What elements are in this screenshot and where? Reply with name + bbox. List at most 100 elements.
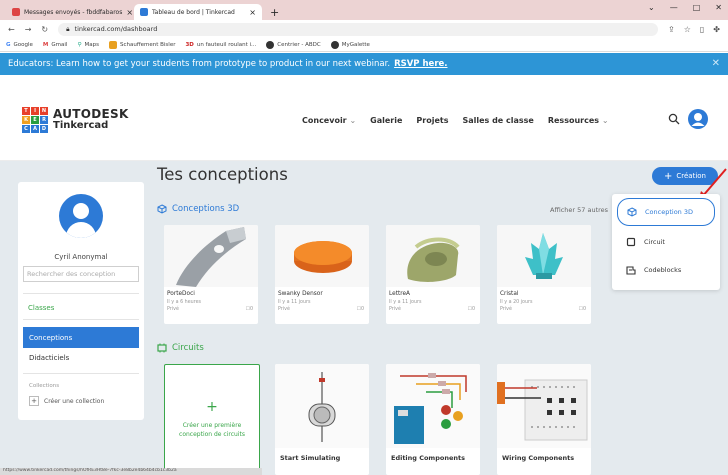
circuit-name: Wiring Components — [502, 454, 575, 462]
sidebar-item-didacticiels[interactable]: Didacticiels — [29, 354, 69, 362]
logo-letter: D — [40, 125, 48, 133]
logo-letter-grid: T I N K E R C A D — [22, 107, 48, 133]
logo-letter: R — [40, 116, 48, 124]
design-thumbnail — [386, 225, 480, 287]
design-date: Il y a 20 jours — [500, 300, 533, 305]
logo-letter: I — [31, 107, 39, 115]
circuit-thumbnail — [386, 364, 480, 448]
bookmark-fauteuil[interactable]: 3D un fauteuil roulant i... — [185, 42, 256, 48]
nav-concevoir[interactable]: Concevoir ⌄ — [302, 116, 356, 125]
nav-salles[interactable]: Salles de classe — [462, 116, 533, 125]
maps-pin-icon: ⚲ — [77, 41, 82, 48]
chevron-down-icon[interactable]: ⌄ — [648, 3, 655, 12]
page-title: Tes conceptions — [157, 165, 288, 184]
design-card[interactable]: PorteDoci Il y a 6 heures Privé ☐0 — [164, 225, 258, 324]
menu-item-label: Conception 3D — [645, 208, 693, 216]
design-card[interactable]: LettreA Il y a 11 jours Privé ☐0 — [386, 225, 480, 324]
logo-letter: E — [31, 116, 39, 124]
tinkercad-logo[interactable]: T I N K E R C A D AUTODESK Tinkercad — [22, 107, 129, 133]
show-more-link[interactable]: Afficher 57 autres › — [550, 205, 622, 215]
design-name: Cristal — [500, 291, 519, 297]
user-avatar-icon[interactable] — [688, 109, 708, 129]
create-circuit-card[interactable]: + Créer une première conception de circu… — [164, 364, 260, 475]
tab-title: Tableau de bord | Tinkercad — [152, 8, 235, 16]
gmail-icon: M — [42, 41, 49, 48]
sidepanel-icon[interactable]: ▯ — [700, 25, 704, 34]
gmail-favicon-icon — [12, 8, 20, 16]
menu-item-codeblocks[interactable]: Codeblocks — [612, 256, 720, 284]
bookmark-centrier[interactable]: Centrier - ABDC — [266, 40, 321, 49]
bookmark-gmail[interactable]: M Gmail — [43, 42, 68, 48]
search-icon[interactable] — [668, 113, 680, 125]
design-thumbnail — [497, 225, 591, 287]
reload-icon[interactable]: ↻ — [41, 25, 48, 34]
nav-galerie[interactable]: Galerie — [370, 116, 402, 125]
minimize-icon[interactable]: — — [670, 3, 678, 12]
rsvp-link[interactable]: RSVP here. — [394, 59, 447, 69]
logo-letter: K — [22, 116, 30, 124]
circuit-icon — [157, 343, 167, 353]
tinkercad-favicon-icon — [140, 8, 148, 16]
divider — [23, 373, 139, 374]
address-bar-row: ← → ↻ 🔒︎ tinkercad.com/dashboard ⇪ ☆ ▯ ✤ — [0, 20, 728, 38]
logo-letter: C — [22, 125, 30, 133]
menu-item-3d-design[interactable]: Conception 3D — [617, 198, 715, 226]
collections-label: Collections — [29, 383, 60, 389]
section-title: Circuits — [172, 343, 204, 353]
back-icon[interactable]: ← — [8, 25, 15, 34]
main-nav: Concevoir ⌄ Galerie Projets Salles de cl… — [302, 116, 609, 125]
browser-tab-tinkercad[interactable]: Tableau de bord | Tinkercad × — [134, 4, 262, 20]
url-text: tinkercad.com/dashboard — [74, 25, 158, 33]
share-icon[interactable]: ⇪ — [668, 25, 675, 34]
design-card[interactable]: Cristal Il y a 20 jours Privé ☐0 — [497, 225, 591, 324]
create-collection-button[interactable]: + Créer une collection — [29, 396, 104, 406]
circuit-name: Editing Components — [391, 454, 465, 462]
new-tab-icon[interactable]: + — [262, 4, 287, 20]
sidebar-item-classes[interactable]: Classes — [28, 304, 54, 312]
menu-item-circuit[interactable]: Circuit — [612, 228, 720, 256]
close-icon[interactable]: ✕ — [712, 58, 720, 69]
design-privacy: Privé — [278, 307, 290, 312]
avatar[interactable] — [59, 194, 103, 238]
design-name: PorteDoci — [167, 291, 195, 297]
username: Cyril Anonymal — [54, 253, 108, 261]
globe-icon — [330, 40, 339, 49]
design-privacy: Privé — [500, 307, 512, 312]
logo-letter: A — [31, 125, 39, 133]
circuit-card[interactable]: Wiring Components — [497, 364, 591, 475]
circuit-icon — [626, 237, 636, 247]
design-date: Il y a 11 jours — [389, 300, 422, 305]
maximize-icon[interactable]: □ — [693, 3, 701, 12]
create-dropdown-menu: Conception 3D Circuit Codeblocks — [612, 194, 720, 290]
design-card[interactable]: Swanky Densor Il y a 11 jours Privé ☐0 — [275, 225, 369, 324]
circuit-name: Start Simulating — [280, 454, 341, 462]
forward-icon[interactable]: → — [25, 25, 32, 34]
circuit-card[interactable]: Editing Components — [386, 364, 480, 475]
close-tab-icon[interactable]: × — [126, 8, 133, 17]
nav-ressources[interactable]: Ressources ⌄ — [548, 116, 609, 125]
bookmark-star-icon[interactable]: ☆ — [684, 25, 691, 34]
bookmark-maps[interactable]: ⚲ Maps — [77, 42, 99, 48]
section-3d-designs: Conceptions 3D — [157, 204, 239, 214]
sidebar-item-conceptions[interactable]: Conceptions — [23, 327, 139, 348]
design-comment-count: ☐0 — [245, 307, 253, 312]
bookmark-google[interactable]: G Google — [6, 42, 33, 48]
close-tab-icon[interactable]: × — [249, 8, 256, 17]
close-window-icon[interactable]: ✕ — [715, 3, 722, 12]
url-field[interactable]: 🔒︎ tinkercad.com/dashboard — [58, 22, 659, 36]
create-circuit-label: Créer une première conception de circuit… — [179, 422, 245, 438]
nav-projets[interactable]: Projets — [416, 116, 448, 125]
bookmark-schauffement[interactable]: Schauffement Bisler — [108, 40, 175, 49]
circuit-card[interactable]: Start Simulating — [275, 364, 369, 475]
design-comment-count: ☐0 — [356, 307, 364, 312]
banner-text: Educators: Learn how to get your student… — [8, 59, 391, 69]
design-comment-count: ☐0 — [467, 307, 475, 312]
extension-icon[interactable]: ✤ — [713, 25, 720, 34]
search-input[interactable]: Rechercher des conception — [23, 266, 139, 282]
section-circuits: Circuits — [157, 343, 204, 353]
bookmark-mygalette[interactable]: MyGalette — [330, 40, 370, 49]
logo-letter: T — [22, 107, 30, 115]
design-name: LettreA — [389, 291, 411, 297]
browser-tab-messages[interactable]: Messages envoyés - fbddfabaros × — [6, 4, 134, 20]
3d-icon: 3D — [185, 41, 194, 48]
